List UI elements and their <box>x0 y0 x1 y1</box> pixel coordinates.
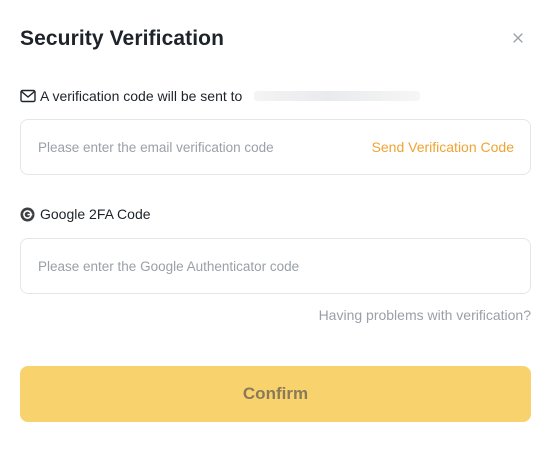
envelope-icon <box>20 89 36 103</box>
masked-email-address <box>254 91 421 101</box>
send-verification-code-button[interactable]: Send Verification Code <box>372 139 530 155</box>
email-code-field: Send Verification Code <box>20 119 531 175</box>
google-2fa-field <box>20 238 531 294</box>
email-verification-label: A verification code will be sent to <box>20 86 421 106</box>
dialog-title: Security Verification <box>20 27 225 50</box>
security-verification-dialog: Security Verification A verification cod… <box>0 0 550 450</box>
google-2fa-label: Google 2FA Code <box>20 204 151 224</box>
google-authenticator-icon <box>20 207 35 222</box>
close-button[interactable] <box>508 28 528 48</box>
google-2fa-label-text: Google 2FA Code <box>40 206 151 222</box>
close-icon <box>513 33 523 43</box>
google-2fa-input[interactable] <box>21 239 530 293</box>
verification-problems-link[interactable]: Having problems with verification? <box>319 307 531 323</box>
email-label-text: A verification code will be sent to <box>40 88 243 104</box>
confirm-button[interactable]: Confirm <box>20 366 531 422</box>
email-code-input[interactable] <box>21 120 372 174</box>
